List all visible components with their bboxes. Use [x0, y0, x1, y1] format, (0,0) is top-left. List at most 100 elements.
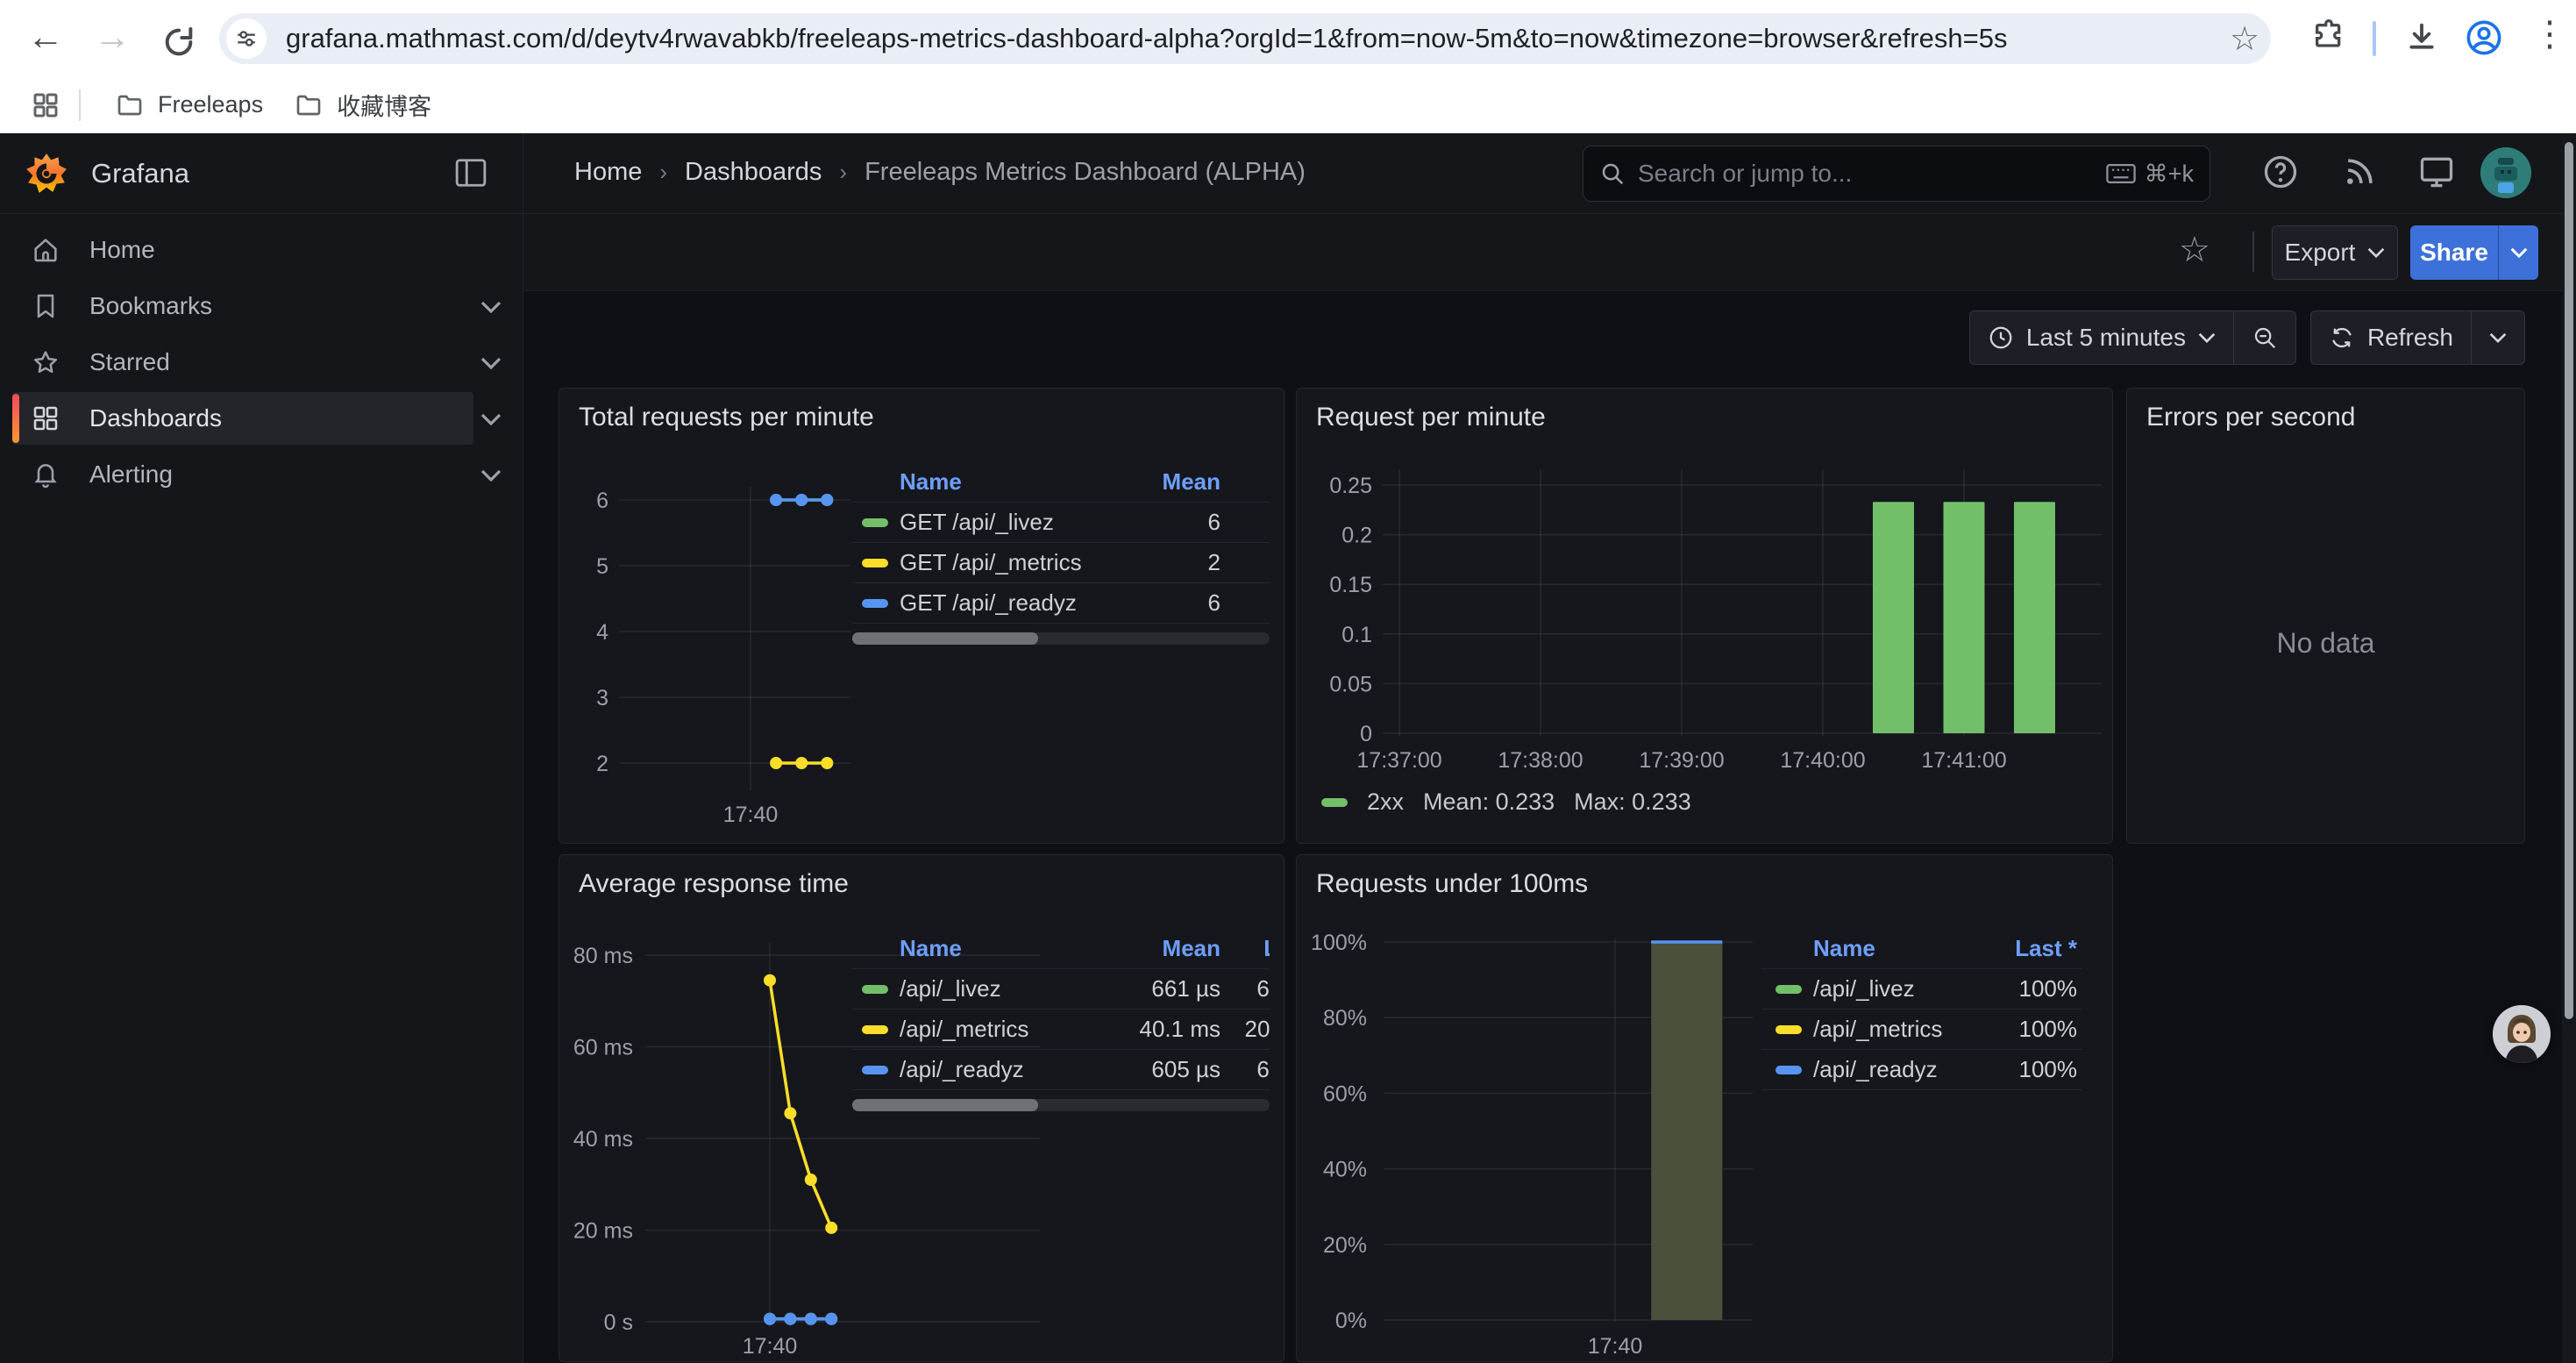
sidebar-toggle-icon[interactable] [454, 157, 487, 189]
brand-name[interactable]: Grafana [91, 158, 189, 189]
panel-title[interactable]: Requests under 100ms [1316, 869, 1588, 899]
series-mean: 605 µs [1098, 1056, 1220, 1083]
series-name[interactable]: /api/_metrics [900, 1016, 1028, 1043]
favorite-star-icon[interactable]: ☆ [2179, 230, 2210, 270]
svg-text:60%: 60% [1323, 1081, 1367, 1106]
chevron-down-icon[interactable] [480, 357, 502, 369]
legend-col-mean[interactable]: Mean [1098, 935, 1220, 962]
series-name[interactable]: 2xx [1367, 789, 1404, 816]
search-input[interactable]: Search or jump to... ⌘+k [1583, 146, 2210, 202]
series-name[interactable]: /api/_livez [900, 975, 1001, 1003]
chevron-down-icon[interactable] [480, 301, 502, 313]
reload-icon[interactable] [154, 18, 203, 67]
series-name[interactable]: GET /api/_readyz [900, 589, 1077, 617]
series-last: 100% [1963, 1016, 2077, 1043]
share-menu-caret[interactable] [2498, 225, 2538, 280]
series-last: 620 µs [1220, 1056, 1270, 1083]
scrollbar-thumb[interactable] [852, 632, 1038, 645]
svg-text:17:40: 17:40 [723, 803, 779, 827]
omnibox[interactable]: grafana.mathmast.com/d/deytv4rwavabkb/fr… [219, 13, 2271, 64]
dashboards-grid-icon [32, 404, 60, 432]
news-rss-icon[interactable] [2340, 153, 2379, 191]
help-icon[interactable] [2261, 153, 2300, 191]
sidebar-item-starred[interactable]: Starred [0, 334, 523, 390]
legend-hscrollbar[interactable] [852, 1099, 1270, 1111]
chevron-down-icon [2367, 247, 2385, 258]
panel-title[interactable]: Average response time [579, 869, 849, 899]
chevron-down-icon [2489, 332, 2507, 343]
svg-text:0.2: 0.2 [1341, 524, 1372, 548]
browser-menu-icon[interactable]: ⋮ [2530, 14, 2569, 54]
chevron-down-icon[interactable] [480, 413, 502, 425]
legend-row: GET /api/_livez 6 [852, 503, 1270, 543]
svg-text:3: 3 [596, 686, 608, 710]
refresh-interval-caret[interactable] [2472, 311, 2524, 364]
profile-icon[interactable] [2464, 18, 2504, 58]
chevron-down-icon[interactable] [480, 469, 502, 482]
bookmark-folder-freeleaps[interactable]: Freeleaps [100, 84, 279, 126]
refresh-button[interactable]: Refresh [2311, 311, 2471, 364]
legend-col-last[interactable]: Last * [1220, 935, 1270, 962]
series-name[interactable]: /api/_readyz [900, 1056, 1024, 1083]
svg-text:0.25: 0.25 [1329, 474, 1372, 498]
site-settings-icon[interactable] [226, 18, 267, 59]
apps-grid-icon[interactable] [32, 91, 60, 119]
series-name[interactable]: GET /api/_livez [900, 509, 1054, 536]
scrollbar-thumb[interactable] [2565, 142, 2573, 1019]
download-icon[interactable] [2404, 19, 2439, 54]
back-icon[interactable]: ← [21, 12, 70, 61]
active-accent-bar [12, 394, 19, 443]
url-text[interactable]: grafana.mathmast.com/d/deytv4rwavabkb/fr… [286, 23, 2218, 54]
legend-hscrollbar[interactable] [852, 632, 1270, 645]
legend-col-name[interactable]: Name [1813, 935, 1875, 962]
bookmark-folder-blogs[interactable]: 收藏博客 [279, 81, 447, 129]
svg-text:20 ms: 20 ms [573, 1219, 633, 1244]
series-name[interactable]: /api/_readyz [1813, 1056, 1938, 1083]
legend-col-mean[interactable]: Mean [1098, 468, 1220, 496]
legend-col-last[interactable]: Last * [1963, 935, 2077, 962]
sidebar-item-label: Home [89, 236, 155, 264]
keyboard-icon [2106, 163, 2136, 184]
extensions-icon[interactable] [2311, 19, 2346, 54]
time-range-picker[interactable]: Last 5 minutes [1970, 311, 2233, 364]
legend-col-name[interactable]: Name [900, 935, 962, 962]
legend-col-name[interactable]: Name [900, 468, 962, 496]
forward-icon[interactable]: → [88, 12, 137, 61]
breadcrumb-separator: › [659, 159, 667, 186]
legend-header-row: Name Mean Last * [852, 929, 1270, 969]
sidebar-item-label: Starred [89, 348, 170, 376]
series-name[interactable]: GET /api/_metrics [900, 549, 1082, 576]
export-button[interactable]: Export [2272, 225, 2398, 280]
grafana-logo[interactable] [25, 152, 68, 196]
sidebar-item-bookmarks[interactable]: Bookmarks [0, 278, 523, 334]
panel-title[interactable]: Total requests per minute [579, 403, 874, 432]
series-name[interactable]: /api/_livez [1813, 975, 1915, 1003]
kiosk-monitor-icon[interactable] [2417, 153, 2456, 191]
series-name[interactable]: /api/_metrics [1813, 1016, 1942, 1043]
sidebar-item-alerting[interactable]: Alerting [0, 446, 523, 503]
bookmark-star-icon[interactable]: ☆ [2218, 19, 2271, 59]
zoom-out-button[interactable] [2234, 311, 2295, 364]
series-swatch [862, 985, 888, 994]
user-avatar[interactable] [2480, 147, 2531, 198]
panel-title[interactable]: Request per minute [1316, 403, 1546, 432]
scrollbar-thumb[interactable] [852, 1099, 1038, 1111]
bookmark-folder-label: 收藏博客 [337, 88, 431, 122]
breadcrumb-home[interactable]: Home [574, 158, 642, 187]
sidebar-item-dashboards[interactable]: Dashboards [0, 390, 523, 446]
svg-text:4: 4 [596, 620, 608, 645]
svg-text:60 ms: 60 ms [573, 1036, 633, 1060]
sidebar-item-home[interactable]: Home [0, 222, 523, 278]
legend-row: /api/_metrics 100% [1761, 1010, 2082, 1050]
svg-text:0.05: 0.05 [1329, 672, 1372, 696]
series-last: 100% [1963, 1056, 2077, 1083]
floating-avatar-widget[interactable] [2493, 1005, 2551, 1063]
legend-row: /api/_livez 661 µs 646 µs [852, 969, 1270, 1010]
chart-request-per-minute[interactable]: 0.250.20.150.10.05017:37:0017:38:0017:39… [1297, 389, 2113, 844]
breadcrumb-dashboards[interactable]: Dashboards [685, 158, 822, 187]
legend-header-row: Name Last * [1761, 929, 2082, 969]
panel-title[interactable]: Errors per second [2146, 403, 2355, 432]
search-placeholder: Search or jump to... [1638, 160, 2106, 188]
share-button[interactable]: Share [2410, 225, 2498, 280]
series-swatch [1321, 798, 1348, 807]
